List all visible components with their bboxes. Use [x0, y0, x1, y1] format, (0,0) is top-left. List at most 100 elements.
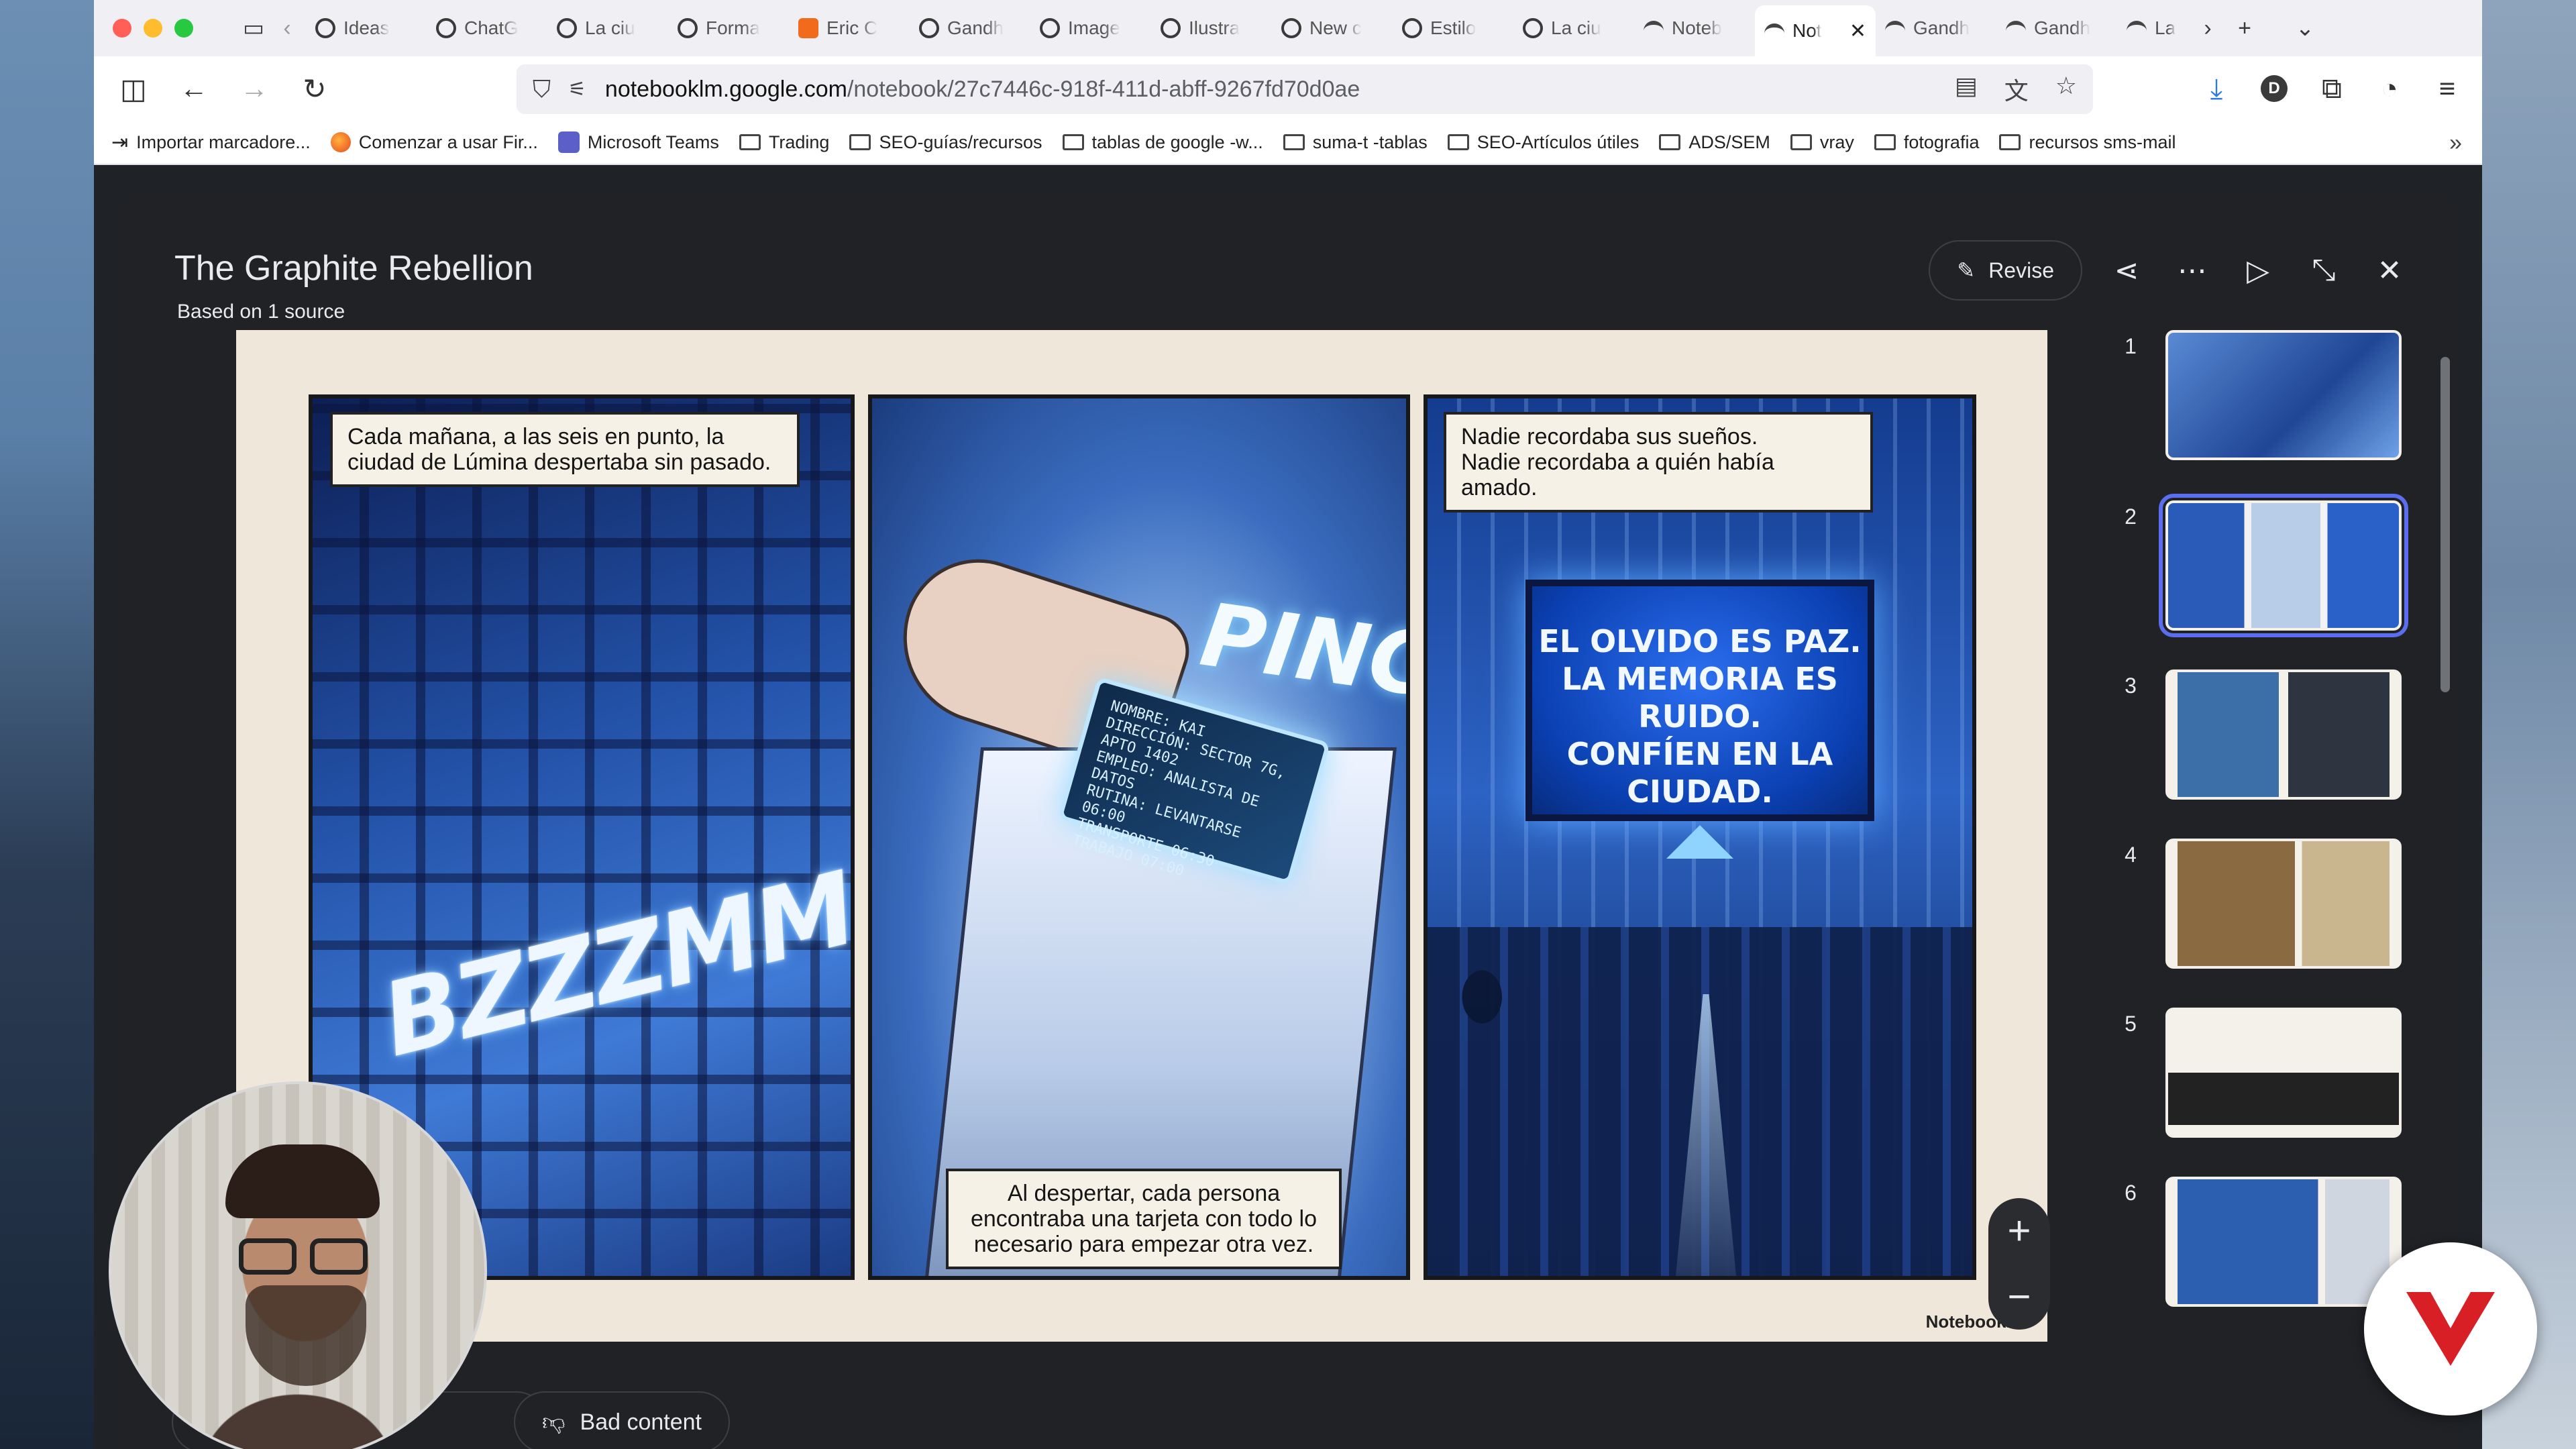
thumbnail-image[interactable]: [2165, 669, 2402, 800]
chatgpt-icon: [1523, 18, 1543, 38]
tab-label: Ilustra: [1189, 17, 1240, 38]
tab-item[interactable]: La ciu: [1513, 5, 1634, 51]
permissions-icon[interactable]: ⚟: [568, 78, 586, 101]
close-window-button[interactable]: [113, 19, 131, 38]
sidebar-toggle-icon[interactable]: ◫: [103, 58, 164, 119]
bookmark-folder[interactable]: suma-t -tablas: [1283, 132, 1428, 153]
tab-item[interactable]: Ilustra: [1151, 5, 1272, 51]
bookmark-item[interactable]: ⇥ Importar marcadore...: [111, 131, 311, 154]
more-options-icon[interactable]: ⋯: [2171, 249, 2214, 292]
bookmark-label: Comenzar a usar Fir...: [358, 131, 538, 152]
comic-panel-2: PING NOMBRE: KAI DIRECCIÓN: SECTOR 7G, A…: [868, 394, 1410, 1280]
tab-item[interactable]: La ciu: [547, 5, 668, 51]
bookmark-folder[interactable]: vray: [1790, 132, 1854, 153]
thumbnail-item[interactable]: 3: [2117, 669, 2426, 804]
folder-icon: [1062, 134, 1084, 150]
play-icon[interactable]: ▷: [2237, 249, 2279, 292]
forward-arrow-icon[interactable]: →: [224, 58, 284, 119]
tab-overview-icon[interactable]: ▭: [233, 8, 274, 48]
thumbnail-image[interactable]: [2165, 330, 2402, 460]
folder-icon: [1999, 134, 2021, 150]
bookmark-label: ADS/SEM: [1688, 131, 1770, 152]
viewer-title: The Graphite Rebellion: [174, 249, 533, 288]
tab-item-active[interactable]: Not ✕: [1755, 5, 1876, 56]
tabs-scroll-right-icon[interactable]: ›: [2191, 8, 2224, 48]
tab-item[interactable]: New c: [1272, 5, 1393, 51]
thumbnail-image[interactable]: [2165, 839, 2402, 969]
tab-label: Gandh: [947, 17, 1004, 38]
window-controls: [113, 19, 193, 38]
url-text[interactable]: notebooklm.google.com/notebook/27c7446c-…: [605, 76, 1360, 103]
bookmarks-overflow-icon[interactable]: »: [2449, 130, 2462, 156]
caption-box: Nadie recordaba sus sueños. Nadie record…: [1444, 412, 1873, 513]
thumbnail-number: 2: [2125, 504, 2137, 529]
webcam-person-hair: [225, 1144, 380, 1218]
minimize-window-button[interactable]: [144, 19, 162, 38]
folder-icon: [1659, 134, 1681, 150]
thumbnail-item[interactable]: 4: [2117, 839, 2426, 973]
tabs-scroll-left-icon[interactable]: ‹: [274, 8, 301, 48]
bookmark-item[interactable]: Comenzar a usar Fir...: [330, 131, 538, 153]
thumbnail-item[interactable]: 5: [2117, 1008, 2426, 1142]
bookmark-folder[interactable]: Trading: [739, 132, 829, 153]
tab-item[interactable]: Forma: [668, 5, 789, 51]
tab-item[interactable]: Gandh: [910, 5, 1030, 51]
bad-content-button[interactable]: 👎︎ Bad content: [514, 1391, 730, 1449]
shield-icon[interactable]: ⛉: [533, 75, 551, 104]
extensions-icon[interactable]: ⧉: [2310, 58, 2353, 119]
account-icon[interactable]: D: [2253, 58, 2296, 119]
tab-item[interactable]: Ideas: [306, 5, 427, 51]
thumbnail-image[interactable]: [2165, 1177, 2402, 1307]
back-arrow-icon[interactable]: ←: [164, 58, 224, 119]
chatgpt-icon: [1281, 18, 1301, 38]
menu-hamburger-icon[interactable]: ≡: [2426, 58, 2469, 119]
translate-icon[interactable]: 文: [2004, 72, 2029, 107]
extension-badge-icon[interactable]: ◔: [2368, 58, 2411, 119]
share-icon[interactable]: ⋖: [2105, 249, 2148, 292]
bookmark-folder[interactable]: ADS/SEM: [1659, 132, 1770, 153]
thumbnails-scrollbar[interactable]: [2440, 357, 2450, 692]
thumbnail-image[interactable]: [2165, 1008, 2402, 1138]
chatgpt-icon: [1402, 18, 1422, 38]
tab-item[interactable]: Image: [1030, 5, 1151, 51]
bookmark-folder[interactable]: recursos sms-mail: [1999, 132, 2176, 153]
tab-item[interactable]: Noteb: [1634, 5, 1755, 51]
city-logo-icon: [1666, 825, 1733, 859]
zoom-out-button[interactable]: −: [2007, 1277, 2031, 1317]
tab-item[interactable]: Gandh: [1996, 5, 2117, 51]
revise-button[interactable]: ✎ Revise: [1929, 240, 2082, 301]
new-tab-icon[interactable]: +: [2224, 8, 2265, 48]
tab-label: Forma: [706, 17, 760, 38]
tab-item[interactable]: La: [2117, 5, 2191, 51]
close-icon[interactable]: ✕: [2368, 249, 2411, 292]
bookmark-label: tablas de google -w...: [1091, 131, 1263, 152]
folder-icon: [1447, 134, 1469, 150]
reload-icon[interactable]: ↻: [284, 58, 345, 119]
bookmark-folder[interactable]: tablas de google -w...: [1062, 131, 1263, 153]
revise-label: Revise: [1988, 258, 2054, 282]
folder-icon: [1874, 134, 1896, 150]
tab-item[interactable]: Gandh: [1876, 5, 1996, 51]
address-bar[interactable]: ⛉ ⚟ notebooklm.google.com/notebook/27c74…: [517, 64, 2093, 114]
bookmark-star-icon[interactable]: ☆: [2055, 72, 2077, 107]
tab-label: La ciu: [585, 17, 635, 38]
bookmark-folder[interactable]: SEO-guías/recursos: [849, 132, 1042, 153]
reader-view-icon[interactable]: ▤: [1955, 72, 1978, 107]
bookmark-folder[interactable]: SEO-Artículos útiles: [1447, 132, 1639, 153]
bookmark-item[interactable]: Microsoft Teams: [557, 131, 719, 153]
download-icon[interactable]: ⤓: [2195, 58, 2238, 119]
tab-list-chevron-down-icon[interactable]: ⌄: [2285, 8, 2325, 48]
maximize-window-button[interactable]: [174, 19, 193, 38]
thumbnail-item[interactable]: 1: [2117, 330, 2426, 464]
tab-item[interactable]: Eric C: [789, 5, 910, 51]
tab-item[interactable]: Estilo: [1393, 5, 1513, 51]
thumbnail-item-selected[interactable]: 2: [2117, 494, 2426, 637]
thumbnail-image[interactable]: [2159, 494, 2408, 637]
collapse-icon[interactable]: ⤡: [2302, 249, 2345, 292]
caption-box: Cada mañana, a las seis en punto, la ciu…: [330, 412, 800, 487]
tab-label: Noteb: [1672, 17, 1722, 38]
tab-item[interactable]: ChatG: [427, 5, 547, 51]
close-tab-icon[interactable]: ✕: [1849, 19, 1866, 43]
bookmark-folder[interactable]: fotografia: [1874, 132, 1979, 153]
zoom-in-button[interactable]: +: [2007, 1211, 2031, 1251]
